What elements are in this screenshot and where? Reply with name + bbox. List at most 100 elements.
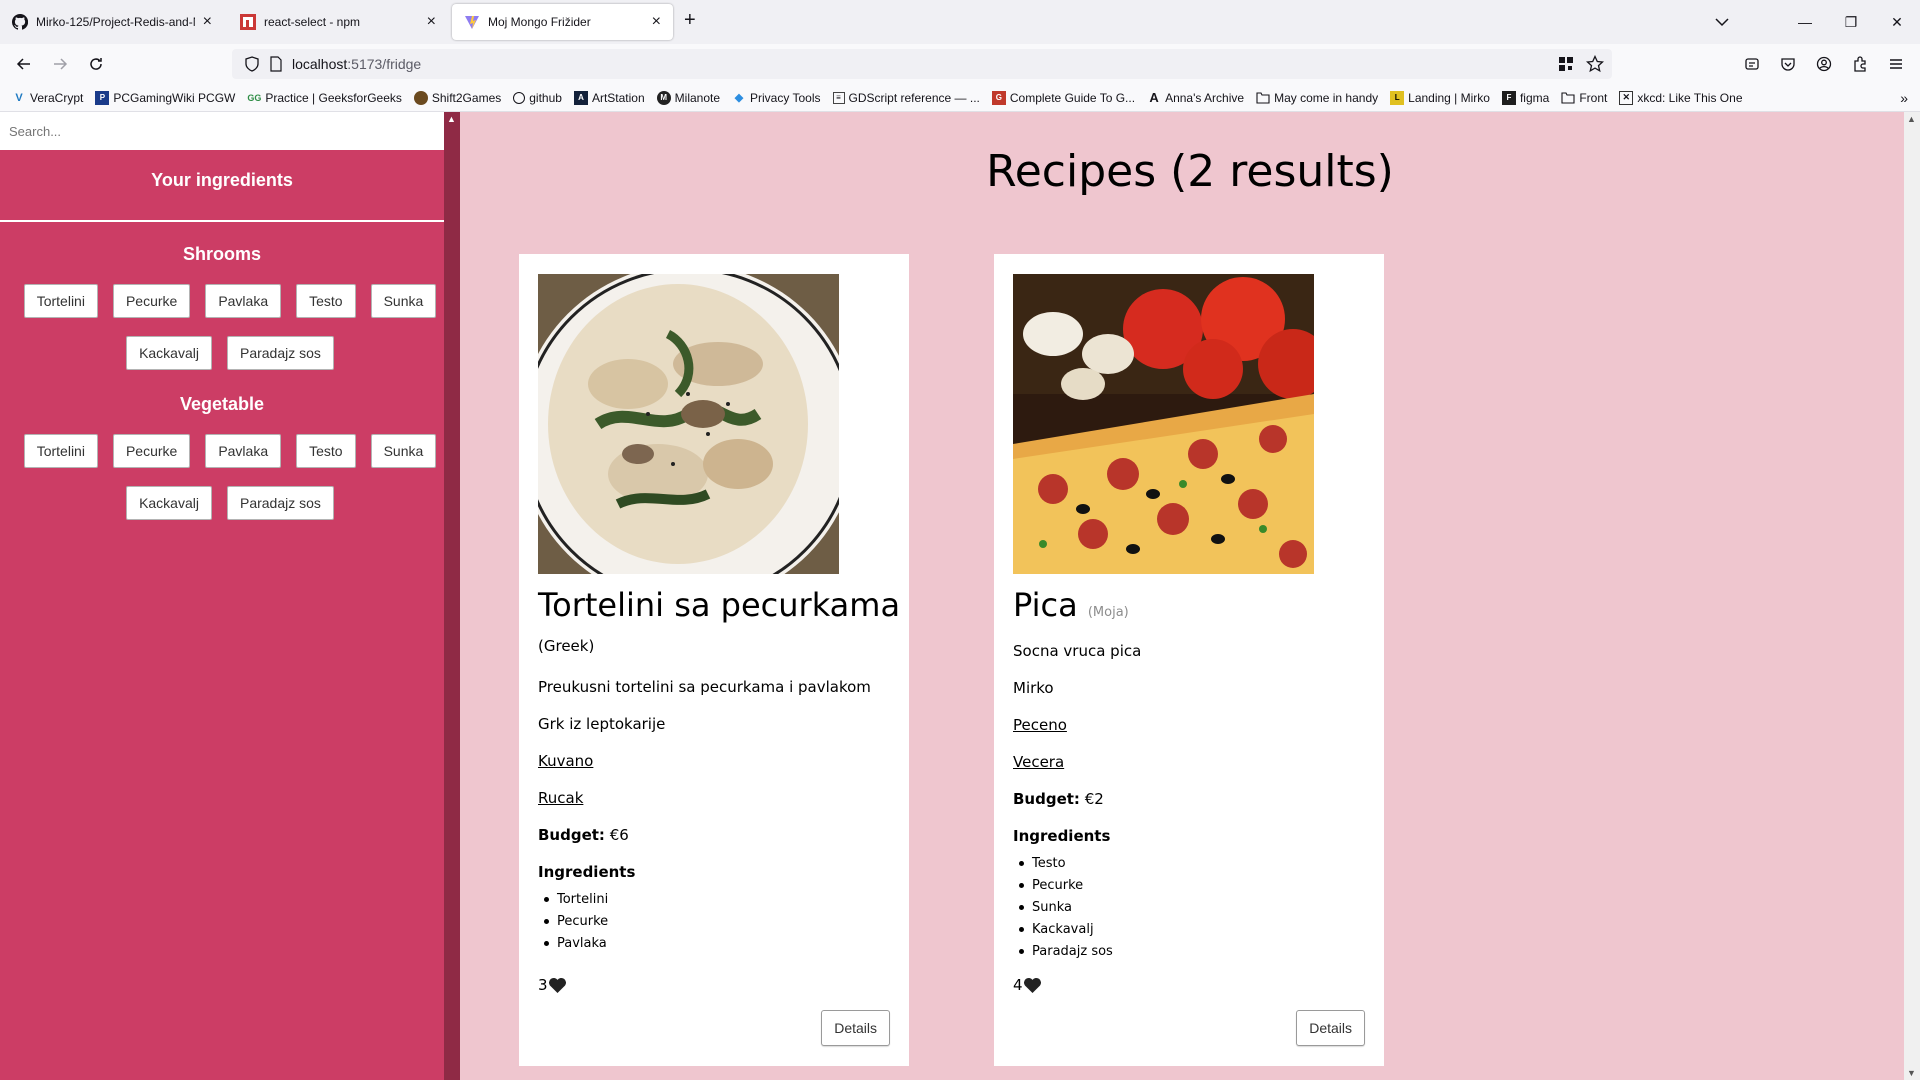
chip-row: Kackavalj Paradajz sos (0, 486, 460, 520)
budget-value: €6 (609, 826, 629, 844)
ingredient-chip[interactable]: Sunka (370, 284, 437, 318)
bookmark-github[interactable]: github (513, 91, 562, 105)
reload-icon[interactable] (84, 52, 108, 76)
ingredient-chip[interactable]: Pavlaka (205, 434, 282, 468)
tab-github[interactable]: Mirko-125/Project-Redis-and-N × (0, 4, 224, 40)
bookmark-folder-handy[interactable]: May come in handy (1256, 91, 1378, 105)
ingredient-chip[interactable]: Pecurke (112, 434, 191, 468)
ingredient-chip[interactable]: Pecurke (112, 284, 191, 318)
bookmark-label: Practice | GeeksforGeeks (265, 90, 402, 105)
ingredient-chip[interactable]: Paradajz sos (226, 336, 334, 370)
recipe-budget: Budget: €6 (538, 826, 629, 844)
bookmark-gfg[interactable]: GG Practice | GeeksforGeeks (247, 91, 402, 105)
tab-fridge[interactable]: Moj Mongo Frižider × (452, 4, 673, 40)
list-item: Pecurke (538, 910, 608, 932)
recipe-meal-link[interactable]: Rucak (538, 789, 583, 807)
ingredient-chip[interactable]: Tortelini (23, 284, 98, 318)
bookmark-guide[interactable]: G Complete Guide To G... (991, 90, 1135, 105)
shield-icon[interactable] (244, 56, 260, 72)
account-icon[interactable] (1812, 52, 1836, 76)
ingredients-sidebar: Your ingredients Shrooms Tortelini Pecur… (0, 112, 460, 1080)
tab-bar: Mirko-125/Project-Redis-and-N × react-se… (0, 0, 1920, 44)
chevron-down-icon[interactable]: ▼ (1907, 1068, 1916, 1078)
recipe-cuisine: (Moja) (1087, 605, 1129, 620)
heart-icon[interactable] (548, 977, 567, 994)
url-bar[interactable]: localhost:5173/fridge (232, 49, 1612, 79)
recipe-description: Preukusni tortelini sa pecurkama i pavla… (538, 678, 871, 696)
page-scrollbar[interactable]: ▲ ▼ (1904, 112, 1920, 1080)
github-icon (513, 91, 526, 104)
close-window-button[interactable]: ✕ (1874, 8, 1920, 36)
nav-bar: localhost:5173/fridge (0, 44, 1920, 84)
bookmark-pcgw[interactable]: P PCGamingWiki PCGW (95, 90, 236, 105)
bookmark-veracrypt[interactable]: V VeraCrypt (12, 91, 83, 105)
recipe-title: Pica (1013, 586, 1078, 624)
star-icon[interactable] (1586, 55, 1604, 73)
close-icon[interactable]: × (652, 14, 661, 30)
bookmark-folder-front[interactable]: Front (1561, 91, 1607, 105)
ingredient-list: Testo Pecurke Sunka Kackavalj Paradajz s… (1013, 852, 1113, 962)
bookmark-shift2games[interactable]: Shift2Games (413, 90, 501, 105)
recipe-meal-link[interactable]: Vecera (1013, 753, 1064, 771)
url-text[interactable]: localhost:5173/fridge (292, 56, 421, 72)
likes-counter[interactable]: 3 (538, 976, 567, 994)
qr-code-icon[interactable] (1558, 56, 1574, 72)
bookmark-label: Anna's Archive (1165, 90, 1245, 105)
bookmark-label: Privacy Tools (750, 90, 821, 105)
recipe-method-link[interactable]: Peceno (1013, 716, 1067, 734)
details-button[interactable]: Details (1296, 1010, 1365, 1046)
bookmark-label: figma (1519, 90, 1550, 105)
ingredient-chip[interactable]: Testo (296, 434, 356, 468)
tab-npm[interactable]: react-select - npm × (228, 4, 448, 40)
heart-icon[interactable] (1023, 977, 1042, 994)
close-icon[interactable]: × (427, 14, 436, 30)
pocket-icon[interactable] (1776, 52, 1800, 76)
bookmark-privacy-tools[interactable]: ◆ Privacy Tools (732, 90, 821, 105)
url-path: :5173/fridge (347, 56, 422, 72)
ingredient-chip[interactable]: Kackavalj (126, 486, 212, 520)
ingredient-chip[interactable]: Paradajz sos (226, 486, 334, 520)
ingredients-heading: Ingredients (538, 863, 636, 881)
recipe-method-link[interactable]: Kuvano (538, 752, 593, 770)
category-title-shrooms: Shrooms (182, 244, 261, 264)
bookmark-landing[interactable]: L Landing | Mirko (1390, 90, 1490, 105)
details-button[interactable]: Details (821, 1010, 890, 1046)
forward-arrow-icon[interactable] (48, 52, 72, 76)
minimize-button[interactable]: — (1782, 8, 1828, 36)
likes-counter[interactable]: 4 (1013, 976, 1042, 994)
budget-label: Budget: (538, 826, 605, 844)
ingredient-chip[interactable]: Pavlaka (205, 284, 282, 318)
chevron-up-icon[interactable]: ▲ (447, 114, 456, 124)
bookmark-annas-archive[interactable]: A Anna's Archive (1147, 90, 1245, 105)
bookmark-artstation[interactable]: A ArtStation (573, 90, 645, 105)
back-arrow-icon[interactable] (12, 52, 36, 76)
ingredient-chip[interactable]: Kackavalj (126, 336, 212, 370)
page: Your ingredients Shrooms Tortelini Pecur… (0, 112, 1920, 1080)
bookmark-figma[interactable]: Ffigma (1501, 90, 1550, 105)
new-tab-button[interactable]: + (684, 10, 696, 30)
ingredient-chip[interactable]: Tortelini (23, 434, 98, 468)
ingredient-chip[interactable]: Sunka (370, 434, 437, 468)
search-input[interactable] (0, 112, 444, 150)
likes-count: 3 (538, 976, 548, 994)
bookmark-xkcd[interactable]: ✕ xkcd: Like This One (1619, 90, 1743, 105)
extensions-puzzle-icon[interactable] (1848, 52, 1872, 76)
ingredient-chip[interactable]: Testo (296, 284, 356, 318)
restore-button[interactable]: ❐ (1828, 8, 1874, 36)
bookmark-gdscript[interactable]: ≡ GDScript reference — ... (832, 91, 980, 105)
recipe-author: Mirko (1013, 679, 1054, 697)
sidebar-scrollbar[interactable]: ▲ (444, 112, 460, 1080)
extension-icon[interactable] (1740, 52, 1764, 76)
gfg-icon: GG (247, 92, 262, 103)
bookmark-milanote[interactable]: M Milanote (656, 90, 720, 105)
close-icon[interactable]: × (203, 14, 212, 30)
chevron-double-right-icon[interactable]: » (1900, 90, 1908, 106)
shift2games-icon (413, 90, 428, 105)
bookmark-label: PCGamingWiki PCGW (113, 90, 236, 105)
divider (0, 220, 444, 222)
url-host: localhost (292, 56, 348, 72)
pcgw-icon: P (95, 90, 110, 105)
chevron-up-icon[interactable]: ▲ (1907, 114, 1916, 124)
menu-icon[interactable] (1884, 52, 1908, 76)
chevron-down-icon[interactable] (1712, 12, 1732, 32)
